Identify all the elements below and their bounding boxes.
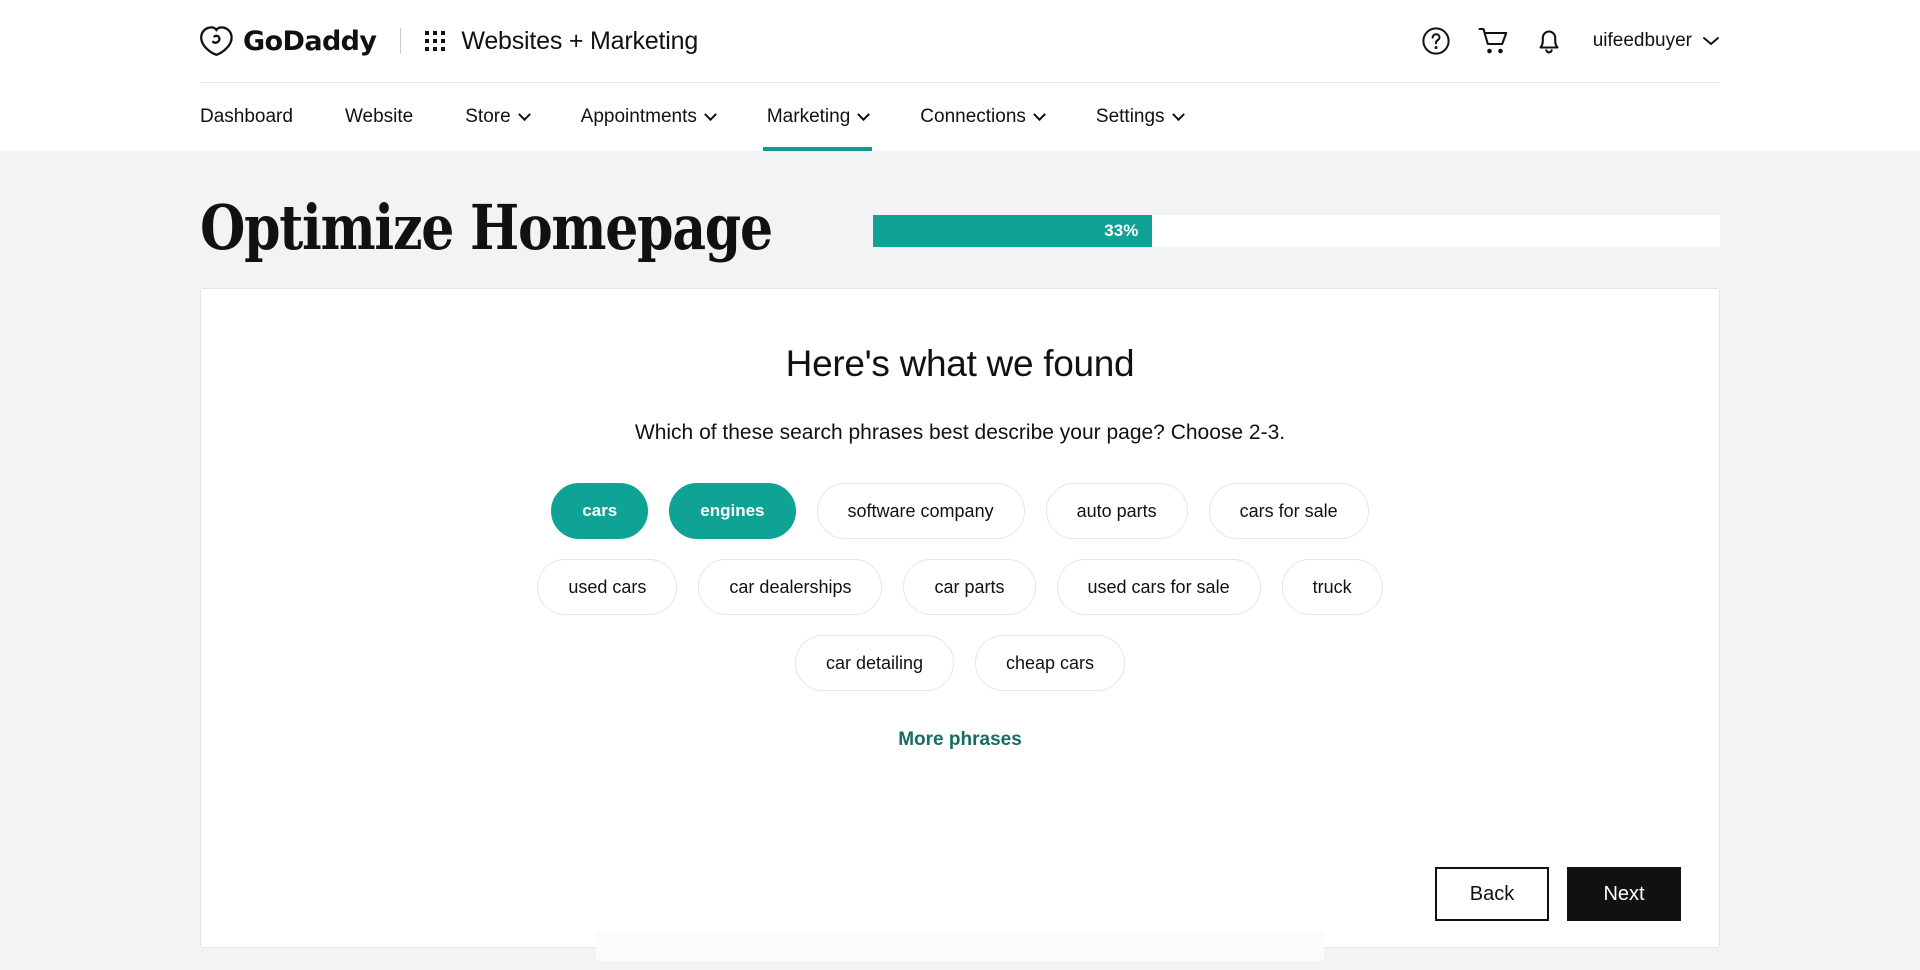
chip-row: cars engines software company auto parts car… [261, 483, 1659, 540]
nav-item-marketing[interactable]: Marketing [741, 83, 894, 151]
chevron-down-icon [703, 107, 717, 121]
phrase-chip[interactable]: car parts [903, 559, 1036, 616]
phrase-chip[interactable]: software company [816, 483, 1025, 540]
nav-item-label: Connections [920, 106, 1026, 127]
chevron-down-icon [1033, 107, 1046, 121]
chevron-down-icon [517, 107, 531, 121]
nav-item-label: Marketing [766, 106, 851, 127]
phrase-chip[interactable]: cars for sale [1208, 483, 1369, 540]
page-title: Optimize Homepage [200, 191, 773, 264]
page-header: Optimize Homepage 33% [200, 151, 1720, 260]
godaddy-heart-logo-icon [200, 26, 233, 56]
nav-item-website[interactable]: Website [319, 83, 439, 151]
apps-grid-icon[interactable] [425, 31, 446, 51]
card-heading: Here's what we found [785, 343, 1135, 385]
shopping-cart-icon[interactable] [1477, 26, 1509, 56]
nav-item-label: Store [465, 106, 511, 127]
search-phrase-chip-group: cars engines software company auto parts car… [261, 483, 1659, 692]
top-bar-left: GoDaddy Websites + Marketing [200, 26, 698, 56]
godaddy-logo[interactable]: GoDaddy [200, 25, 377, 57]
main-nav: Dashboard Website Store Appointments Mar… [200, 83, 1720, 151]
product-name: Websites + Marketing [461, 26, 699, 55]
phrase-chip[interactable]: cars [551, 483, 649, 540]
top-bar-right: uifeedbuyer [1421, 26, 1720, 56]
nav-item-label: Dashboard [200, 106, 293, 127]
back-button[interactable]: Back [1435, 867, 1549, 922]
more-phrases-link[interactable]: More phrases [261, 729, 1659, 751]
nav-item-store[interactable]: Store [439, 83, 554, 151]
chevron-down-icon [1171, 107, 1185, 121]
nav-item-label: Appointments [580, 106, 697, 127]
progress-percent-label: 33% [1104, 220, 1139, 240]
nav-item-label: Settings [1095, 106, 1165, 127]
top-bar: GoDaddy Websites + Marketing uifeedbuyer [0, 0, 1920, 82]
main-nav-wrapper: Dashboard Website Store Appointments Mar… [0, 82, 1920, 151]
nav-item-label: Website [344, 106, 414, 127]
progress-bar-fill: 33% [872, 214, 1153, 247]
progress-bar-track: 33% [872, 214, 1720, 247]
phrase-chip[interactable]: cheap cars [975, 635, 1126, 692]
phrase-chip[interactable]: auto parts [1045, 483, 1188, 540]
phrase-chip[interactable]: used cars [537, 559, 678, 616]
bell-icon[interactable] [1535, 26, 1563, 56]
chevron-down-icon [1703, 37, 1719, 45]
nav-item-settings[interactable]: Settings [1070, 83, 1209, 151]
phrase-chip[interactable]: car detailing [794, 635, 954, 692]
next-button[interactable]: Next [1567, 867, 1681, 922]
topbar-divider [400, 28, 402, 54]
nav-item-connections[interactable]: Connections [894, 83, 1070, 151]
help-circle-icon[interactable] [1421, 26, 1451, 56]
page-content: Optimize Homepage 33% Here's what we fou… [0, 151, 1920, 970]
chevron-down-icon [857, 107, 871, 121]
nav-item-dashboard[interactable]: Dashboard [200, 83, 319, 151]
account-username: uifeedbuyer [1592, 30, 1692, 51]
phrase-chip[interactable]: used cars for sale [1056, 559, 1261, 616]
account-menu[interactable]: uifeedbuyer [1593, 30, 1720, 52]
phrase-chip[interactable]: engines [669, 483, 796, 540]
optimize-card: Here's what we found Which of these sear… [200, 288, 1720, 962]
phrase-chip[interactable]: car dealerships [698, 559, 883, 616]
chip-row: used cars car dealerships car parts used ca… [261, 559, 1659, 616]
card-subheading: Which of these search phrases best descr… [634, 421, 1286, 445]
nav-item-appointments[interactable]: Appointments [555, 83, 741, 151]
phrase-chip[interactable]: truck [1281, 559, 1383, 616]
background-panel-peek [596, 931, 1324, 962]
godaddy-wordmark: GoDaddy [243, 25, 377, 57]
chip-row: car detailing cheap cars [261, 635, 1659, 692]
card-actions: Back Next [1435, 867, 1681, 922]
